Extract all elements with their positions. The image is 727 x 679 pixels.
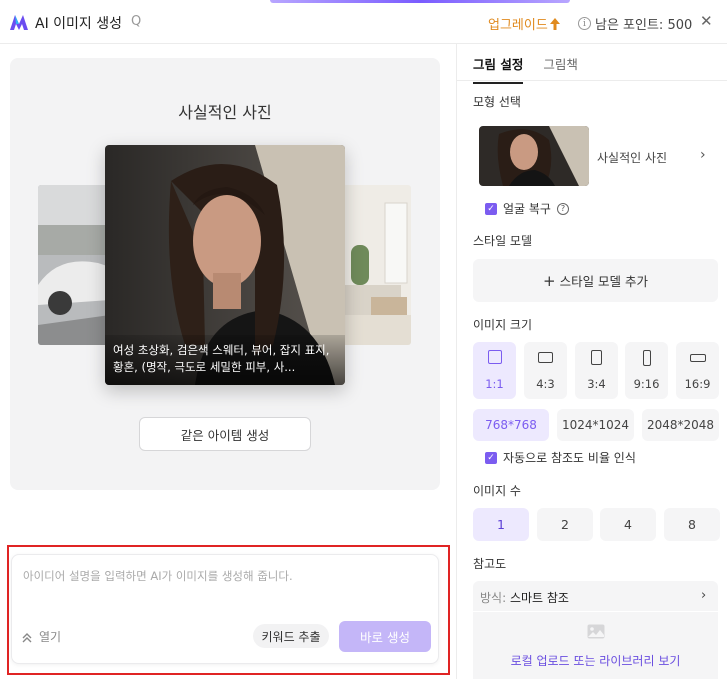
auto-ratio-label: 자동으로 참조도 비율 인식 [503, 451, 636, 465]
points-label: 남은 포인트: 500 [595, 18, 693, 33]
image-icon [587, 624, 605, 639]
style-model-section-label: 스타일 모델 [473, 234, 533, 248]
keyword-extract-button[interactable]: 키워드 추출 [253, 624, 329, 648]
reference-section-label: 참고도 [473, 557, 507, 571]
points-indicator: i 남은 포인트: 500 [578, 14, 692, 33]
upgrade-button[interactable]: 업그레이드 [488, 14, 560, 33]
chevron-right-icon[interactable]: › [700, 147, 706, 163]
model-name: 사실적인 사진 [597, 151, 668, 165]
auto-ratio-checkbox[interactable]: ✓ 자동으로 참조도 비율 인식 [485, 449, 636, 466]
expand-label: 열기 [39, 630, 62, 644]
resolution-1024-button[interactable]: 1024*1024 [557, 409, 634, 441]
upgrade-arrow-icon [549, 17, 560, 30]
prev-sample-image[interactable] [38, 185, 110, 345]
resolution-768-button[interactable]: 768*768 [473, 409, 549, 441]
app-logo-icon [10, 15, 28, 30]
checkbox-checked-icon[interactable]: ✓ [485, 202, 497, 215]
app-title: AI 이미지 생성 [35, 16, 123, 32]
checkbox-checked-icon[interactable]: ✓ [485, 451, 497, 464]
upload-link[interactable]: 로컬 업로드 또는 라이브러리 보기 [473, 652, 718, 669]
count-2-button[interactable]: 2 [537, 508, 593, 541]
ratio-label: 4:3 [536, 377, 555, 391]
drag-handle[interactable] [270, 0, 570, 3]
ratio-4-3-button[interactable]: 4:3 [524, 342, 567, 399]
count-4-button[interactable]: 4 [600, 508, 656, 541]
help-icon[interactable]: ? [556, 202, 569, 215]
model-thumbnail [479, 126, 589, 186]
ratio-label: 3:4 [587, 377, 606, 391]
preview-title: 사실적인 사진 [178, 103, 272, 122]
ratio-1-1-button[interactable]: 1:1 [473, 342, 516, 399]
portrait-ratio-icon [591, 350, 602, 365]
count-section-label: 이미지 수 [473, 484, 521, 498]
plus-icon: + [542, 271, 556, 290]
reference-mode: 방식: 스마트 참조 [480, 589, 569, 606]
reference-mode-prefix: 방식: [480, 591, 507, 605]
reference-mode-value: 스마트 참조 [509, 591, 569, 605]
ratio-label: 9:16 [633, 377, 660, 391]
close-icon[interactable]: ✕ [700, 12, 713, 30]
generate-same-item-button[interactable]: 같은 아이템 생성 [139, 417, 311, 451]
face-restore-checkbox[interactable]: ✓ 얼굴 복구 ? [485, 200, 569, 217]
resolution-2048-button[interactable]: 2048*2048 [642, 409, 719, 441]
add-style-model-button[interactable]: + 스타일 모델 추가 [473, 259, 718, 302]
landscape-ratio-icon [538, 352, 553, 363]
ratio-3-4-button[interactable]: 3:4 [575, 342, 618, 399]
size-section-label: 이미지 크기 [473, 318, 533, 332]
search-icon[interactable]: Q [131, 14, 141, 29]
prompt-placeholder[interactable]: 아이디어 설명을 입력하면 AI가 이미지를 생성해 줍니다. [23, 568, 293, 584]
tab-divider [457, 80, 727, 81]
info-icon[interactable]: i [578, 17, 591, 30]
ratio-16-9-button[interactable]: 16:9 [676, 342, 719, 399]
title-bar: AI 이미지 생성 Q 업그레이드 i 남은 포인트: 500 ✕ [0, 0, 727, 44]
ratio-label: 16:9 [684, 377, 711, 391]
next-sample-image[interactable] [341, 185, 411, 345]
square-ratio-icon [487, 350, 502, 364]
image-caption: 여성 초상화, 검은색 스웨터, 뷰어, 잡지 표지, 황혼, (명작, 극도로… [105, 335, 345, 385]
upgrade-label: 업그레이드 [488, 18, 548, 33]
ratio-label: 1:1 [485, 377, 504, 391]
tall-ratio-icon [642, 350, 651, 366]
face-restore-label: 얼굴 복구 [503, 202, 551, 216]
model-section-label: 모형 선택 [473, 95, 521, 109]
generate-now-button[interactable]: 바로 생성 [339, 621, 431, 652]
add-style-model-label: 스타일 모델 추가 [559, 274, 649, 289]
double-chevron-up-icon [22, 632, 32, 642]
count-8-button[interactable]: 8 [664, 508, 720, 541]
count-1-button[interactable]: 1 [473, 508, 529, 541]
generated-image[interactable]: 여성 초상화, 검은색 스웨터, 뷰어, 잡지 표지, 황혼, (명작, 극도로… [105, 145, 345, 385]
chevron-right-icon[interactable]: › [701, 588, 706, 603]
expand-button[interactable]: 열기 [21, 628, 61, 645]
wide-ratio-icon [689, 354, 706, 362]
ratio-9-16-button[interactable]: 9:16 [625, 342, 668, 399]
